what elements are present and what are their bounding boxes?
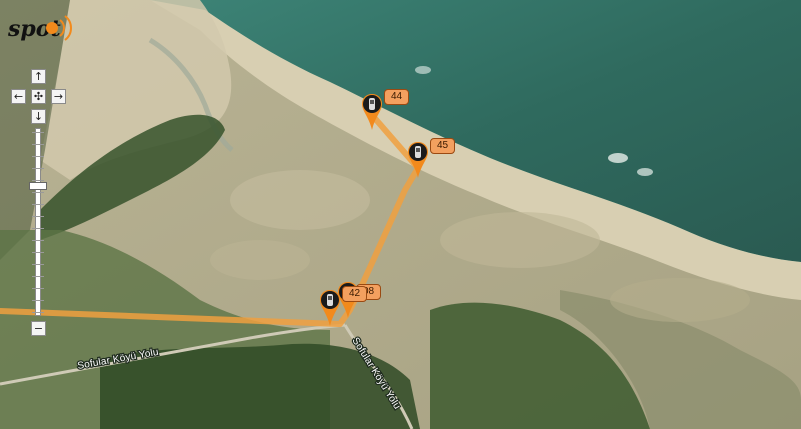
map-pin-42[interactable] xyxy=(320,289,340,331)
zoom-tick xyxy=(32,276,44,277)
zoom-tick xyxy=(32,264,44,265)
spot-logo-mark: spot xyxy=(7,15,72,42)
zoom-tick xyxy=(32,156,44,157)
zoom-tick xyxy=(32,216,44,217)
spot-logo: spot xyxy=(7,12,78,48)
map-pin-icon xyxy=(362,94,382,130)
zoom-tick xyxy=(32,288,44,289)
zoom-tick xyxy=(32,192,44,193)
pan-up-button[interactable]: ↑ xyxy=(31,69,46,84)
marker-label-44[interactable]: 44 xyxy=(384,89,410,105)
map-pin-45[interactable] xyxy=(408,141,428,183)
marker-label-45[interactable]: 45 xyxy=(430,138,456,154)
satellite-map[interactable]: Sofular Köyü Yolu Sofular Köyü Yolu spot… xyxy=(0,0,801,429)
zoom-out-button[interactable]: − xyxy=(31,321,46,336)
map-pin-44[interactable] xyxy=(362,93,382,135)
pan-right-button[interactable]: → xyxy=(51,89,66,104)
map-pin-icon xyxy=(320,290,340,326)
zoom-tick xyxy=(32,204,44,205)
pan-center-button[interactable]: ✣ xyxy=(31,89,46,104)
zoom-tick xyxy=(32,144,44,145)
signal-waves-icon xyxy=(59,15,72,41)
satellite-imagery: Sofular Köyü Yolu Sofular Köyü Yolu xyxy=(0,0,801,429)
zoom-tick xyxy=(32,132,44,133)
signal-dot-icon xyxy=(46,22,58,34)
marker-label-42[interactable]: 42 xyxy=(342,286,368,302)
zoom-tick xyxy=(32,168,44,169)
pan-down-button[interactable]: ↓ xyxy=(31,109,46,124)
zoom-tick xyxy=(32,228,44,229)
pan-left-button[interactable]: ← xyxy=(11,89,26,104)
map-pin-icon xyxy=(408,142,428,178)
zoom-slider-thumb[interactable] xyxy=(29,182,47,190)
zoom-tick xyxy=(32,300,44,301)
zoom-tick xyxy=(32,240,44,241)
zoom-tick xyxy=(32,312,44,313)
zoom-tick xyxy=(32,252,44,253)
zoom-tick xyxy=(32,180,44,181)
